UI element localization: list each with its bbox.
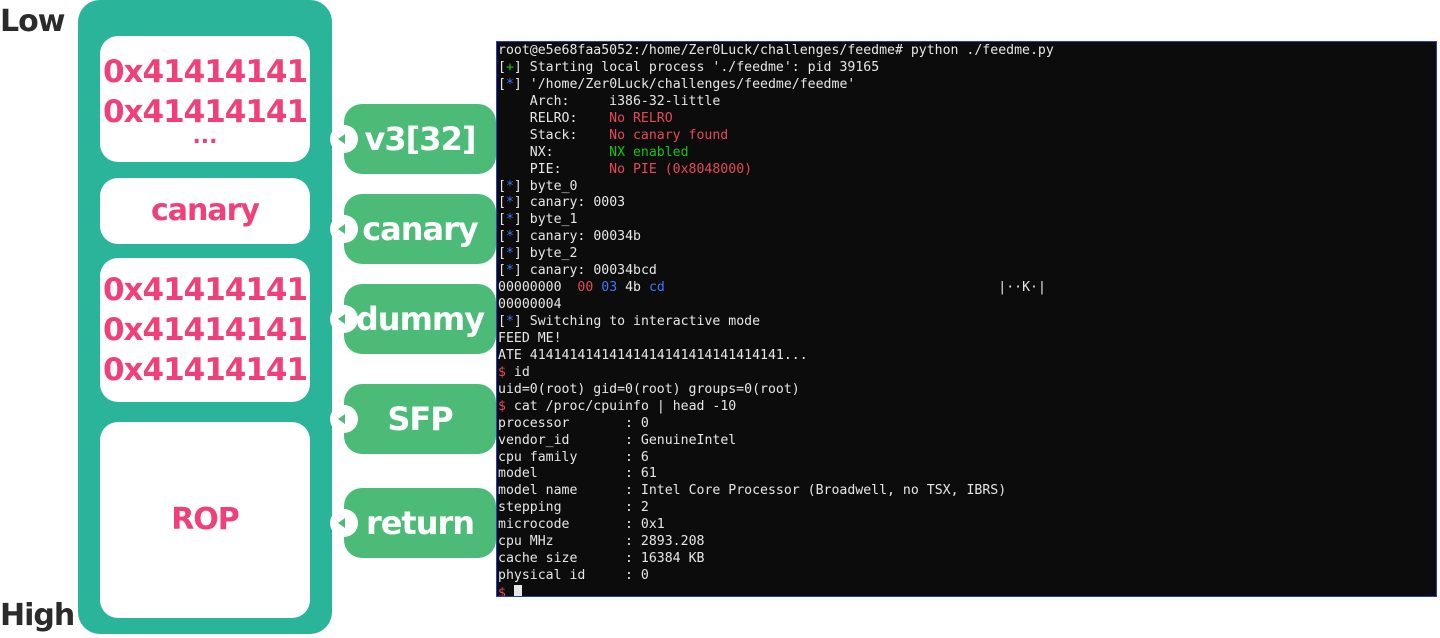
tag-dummy-label: dummy — [355, 300, 485, 338]
hexdump-line: 00000000 00 03 4b cd |··K·| — [498, 280, 1046, 296]
terminal-line: uid=0(root) gid=0(root) groups=0(root) — [498, 381, 800, 397]
dummy-value: 0x41414141 — [102, 352, 308, 388]
tag-dummy: dummy — [330, 284, 496, 354]
cpuinfo-line: cache size : 16384 KB — [498, 551, 705, 567]
cpuinfo-line: model name : Intel Core Processor (Broad… — [498, 483, 1007, 499]
dummy-value: 0x41414141 — [102, 272, 308, 308]
cursor-icon — [513, 585, 522, 596]
terminal-line: [*] Switching to interactive mode — [498, 314, 761, 329]
tag-v3-label: v3[32] — [364, 120, 477, 158]
cpuinfo-line: stepping : 2 — [498, 500, 649, 516]
low-address-label: Low — [0, 4, 65, 39]
buffer-ellipsis: ... — [192, 124, 218, 149]
stack-frame: 0x41414141 0x41414141 ... canary 0x41414… — [78, 0, 332, 634]
rop-cell: ROP — [100, 422, 310, 618]
terminal-line: Arch: i386-32-little — [498, 93, 721, 109]
terminal-line: RELRO: No RELRO — [498, 110, 673, 126]
terminal-line: FEED ME! — [498, 330, 562, 346]
terminal-line: PIE: No PIE (0x8048000) — [498, 161, 753, 177]
terminal-command: root@e5e68faa5052:/home/Zer0Luck/challen… — [498, 43, 1054, 58]
terminal-line: ATE 41414141414141414141414141414141... — [498, 347, 808, 363]
rop-value: ROP — [171, 502, 240, 537]
tag-sfp-label: SFP — [387, 400, 453, 438]
arrow-left-icon — [330, 509, 358, 537]
dummy-cell: 0x41414141 0x41414141 0x41414141 — [100, 258, 310, 402]
canary-value: canary — [151, 193, 260, 228]
cpuinfo-line: microcode : 0x1 — [498, 517, 665, 533]
tag-canary: canary — [330, 194, 496, 264]
terminal-line: [*] byte_0 — [498, 178, 578, 194]
tag-v3: v3[32] — [330, 104, 496, 174]
cpuinfo-line: processor : 0 — [498, 415, 649, 431]
cpuinfo-line: cpu MHz : 2893.208 — [498, 534, 705, 550]
buffer-cell: 0x41414141 0x41414141 ... — [100, 36, 310, 162]
cpuinfo-line: cpu family : 6 — [498, 449, 649, 465]
terminal-line: [*] byte_2 — [498, 246, 578, 262]
terminal-line: [+] Starting local process './feedme': p… — [498, 59, 880, 75]
tag-return-label: return — [365, 504, 475, 542]
tag-sfp: SFP — [330, 384, 496, 454]
terminal-line: [*] canary: 00034bcd — [498, 263, 657, 279]
terminal-command: $ id — [498, 364, 530, 380]
terminal-line: NX: NX enabled — [498, 144, 689, 160]
terminal-line: [*] canary: 00034b — [498, 229, 641, 245]
arrow-left-icon — [330, 215, 358, 243]
canary-cell: canary — [100, 178, 310, 244]
cpuinfo-line: vendor_id : GenuineIntel — [498, 432, 737, 448]
tag-return: return — [330, 488, 496, 558]
terminal-line: [*] '/home/Zer0Luck/challenges/feedme/fe… — [498, 76, 856, 92]
dummy-value: 0x41414141 — [102, 312, 308, 348]
terminal-line: [*] canary: 0003 — [498, 195, 626, 211]
terminal-line: Stack: No canary found — [498, 127, 729, 143]
terminal-line: [*] byte_1 — [498, 212, 578, 228]
tag-canary-label: canary — [362, 210, 479, 248]
terminal-command: $ cat /proc/cpuinfo | head -10 — [498, 398, 737, 414]
arrow-left-icon — [330, 125, 358, 153]
arrow-left-icon — [330, 305, 358, 333]
terminal-prompt[interactable]: $ — [498, 585, 1436, 596]
arrow-left-icon — [330, 405, 358, 433]
hexdump-line: 00000004 — [498, 297, 562, 313]
high-address-label: High — [0, 598, 75, 633]
cpuinfo-line: physical id : 0 — [498, 568, 649, 584]
cpuinfo-line: model : 61 — [498, 466, 657, 482]
terminal-window[interactable]: root@e5e68faa5052:/home/Zer0Luck/challen… — [496, 41, 1437, 597]
buffer-value: 0x41414141 — [102, 54, 308, 90]
